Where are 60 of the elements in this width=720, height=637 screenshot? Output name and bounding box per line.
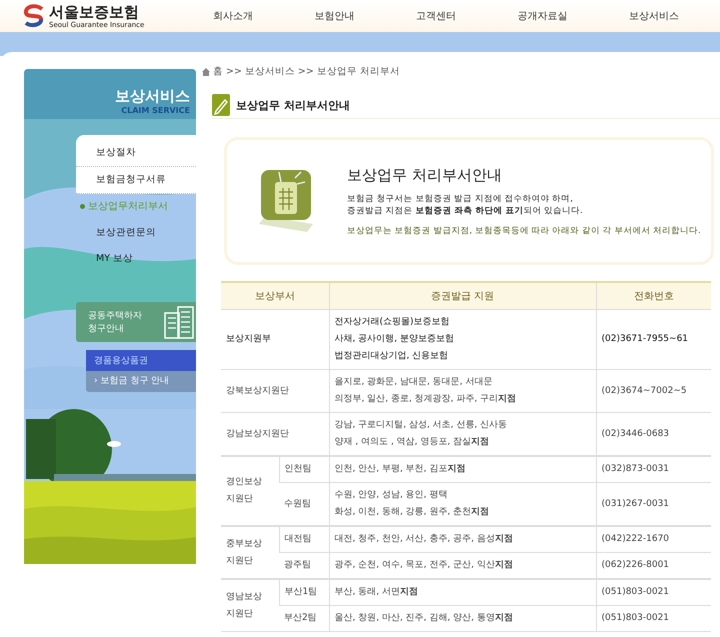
breadcrumb-separator: >> [298, 66, 314, 77]
intro-heading: 보상업무 처리부서안내 [347, 166, 503, 184]
logo-name: 서울보증보험 [49, 4, 140, 20]
nav-link[interactable]: 회사소개 [212, 9, 253, 23]
home-icon [202, 68, 210, 76]
intro-text: 증권발급 지점은 보험증권 좌측 하단에 표기되어 있습니다. [347, 204, 584, 216]
table-cell: 부산, 동래, 서면지점 [329, 579, 596, 606]
table-cell: 중부보상 지원단 [221, 526, 279, 579]
table-cell: 대전팀 [279, 526, 329, 552]
sidebar-subtitle: CLAIM SERVICE [121, 106, 190, 115]
table-cell: (032)873-0031 [596, 456, 711, 482]
table-cell: 울산, 창원, 마산, 진주, 김해, 양산, 통영지점 [329, 606, 596, 632]
column-header: 보상부서 [221, 282, 329, 310]
page-title: 보상업무 처리부서안내 [236, 98, 350, 112]
table-cell: (02)3671-7955~61 [596, 310, 711, 370]
nav-link[interactable]: 보상서비스 [629, 9, 680, 23]
table-cell: (02)3674~7002~5 [596, 370, 711, 412]
column-header: 증권발급 지원 [329, 282, 596, 310]
table-cell: 강남보상지원단 [221, 412, 329, 456]
table-cell: (042)222-1670 [596, 526, 711, 552]
table-cell: (031)267-0031 [596, 482, 711, 526]
table-cell: (051)803-0021 [596, 579, 711, 606]
logo-icon [22, 4, 46, 28]
banner-text: 공동주택하자 청구안내 [88, 310, 143, 335]
table-cell: 수원팀 [279, 482, 329, 526]
table-cell: 경인보상 지원단 [221, 456, 279, 526]
table-cell: 인천, 안산, 부평, 부천, 김포지점 [329, 456, 596, 482]
breadcrumb-item[interactable]: 홈 [213, 65, 223, 78]
breadcrumb-item[interactable]: 보상업무 처리부서 [316, 65, 400, 78]
table-cell: (051)803-0021 [596, 606, 711, 632]
building-icon [164, 305, 194, 339]
table-cell: 광주, 순천, 여수, 목포, 전주, 군산, 익산지점 [329, 552, 596, 579]
table-cell: 보상지원부 [221, 310, 329, 370]
table-cell: 부산1팀 [279, 579, 329, 606]
nav-link[interactable]: 보험안내 [314, 9, 354, 23]
table-cell: 을지로, 광화문, 남대문, 동대문, 서대문 의정부, 일산, 종로, 청계광장, 파주, 구리지점 [329, 370, 596, 412]
table-cell: 부산2팀 [279, 606, 329, 632]
sidebar-item[interactable]: 보상절차 [76, 135, 196, 167]
table-cell: 전자상거래(쇼핑몰)보증보험 사채, 공사이행, 분양보증보험 법정관리대상기업, 신용보험 [329, 310, 596, 370]
voucher-banner[interactable]: 경품용상품권 [86, 350, 196, 371]
pencil-icon [212, 94, 230, 116]
table-cell: 강남, 구로디지털, 삼성, 서초, 선릉, 신사동 양재 , 여의도 , 역삼, 영등포, 잠실지점 [329, 412, 596, 456]
table-cell: 인천팀 [279, 456, 329, 482]
nav-link[interactable]: 고객센터 [416, 9, 456, 23]
sidebar-title: 보상서비스 [115, 87, 190, 106]
sidebar-item[interactable]: 보험금청구서류 [76, 167, 196, 194]
table-cell: 대전, 청주, 천안, 서산, 충주, 공주, 음성지점 [329, 526, 596, 552]
breadcrumb-item[interactable]: 보상서비스 [244, 65, 295, 78]
table-cell: (062)226-8001 [596, 552, 711, 579]
intro-text: 보험금 청구서는 보험증권 발급 지점에 접수하여야 하며, [347, 192, 574, 204]
nav-link[interactable]: 공개자료실 [518, 9, 568, 23]
column-header: 전화번호 [596, 282, 711, 310]
table-cell: 수원, 안양, 성남, 용인, 평택 화성, 이천, 동해, 강릉, 원주, 춘천지점 [329, 482, 596, 526]
table-cell: (02)3446-0683 [596, 412, 711, 456]
table-cell: 광주팀 [279, 552, 329, 579]
table-cell: 강북보상지원단 [221, 370, 329, 412]
table-cell: 영남보상 지원단 [221, 579, 279, 632]
breadcrumb-separator: >> [226, 66, 242, 77]
sidebar-item[interactable]: 보상관련문의 [76, 220, 196, 246]
intro-note: 보상업무는 보험증권 발급지점, 보험종목등에 따라 아래와 같이 각 부서에서 처리합니다. [347, 224, 701, 236]
